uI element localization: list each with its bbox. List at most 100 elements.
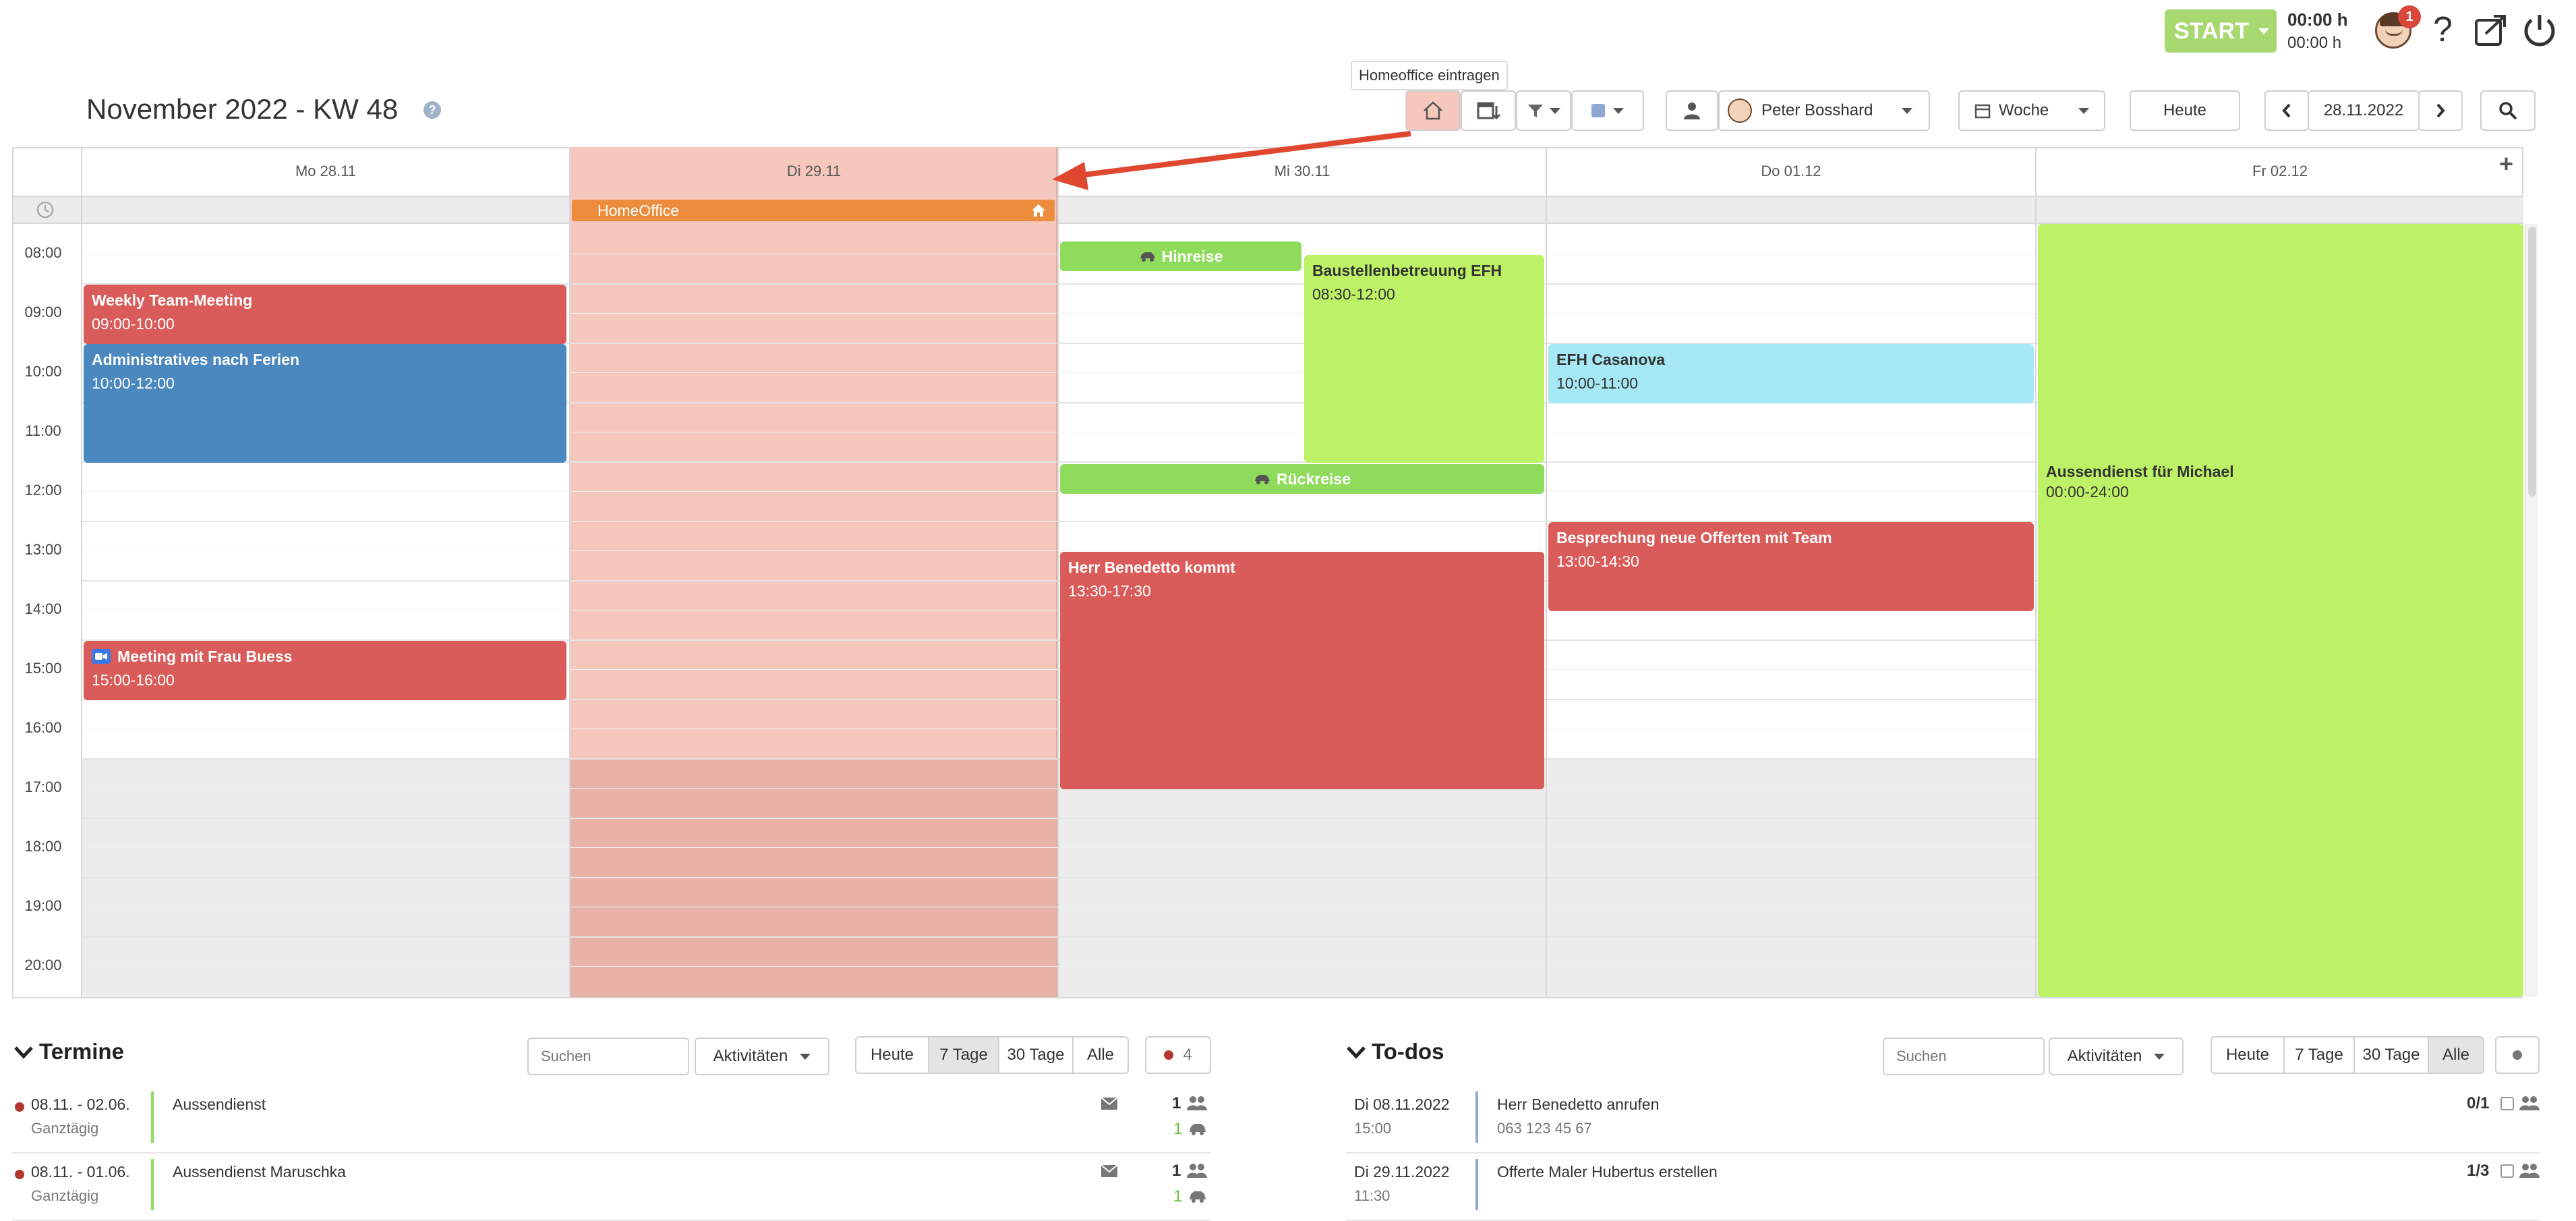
todo-progress: 1/3 (2467, 1162, 2490, 1180)
todo-color-bar (1475, 1159, 1478, 1210)
calendar-import-button[interactable] (1461, 90, 1516, 131)
mail-icon[interactable] (1101, 1097, 1118, 1110)
list-item[interactable]: Di 29.11.2022 11:30 Offerte Maler Hubert… (1346, 1154, 2540, 1221)
list-item[interactable]: Di 08.11.2022 15:00 Herr Benedetto anruf… (1346, 1086, 2540, 1154)
termine-filter-30-tage[interactable]: 30 Tage (998, 1036, 1074, 1074)
termine-filter-alle[interactable]: Alle (1072, 1036, 1129, 1074)
user-select[interactable]: Peter Bosshard (1718, 90, 1930, 131)
homeoffice-label: HomeOffice (597, 201, 680, 219)
event-efh-casanova[interactable]: EFH Casanova 10:00-11:00 (1548, 344, 2034, 403)
homeoffice-button[interactable] (1405, 90, 1461, 131)
collapse-todos-icon[interactable] (1346, 1044, 1366, 1060)
chevron-down-icon (1550, 107, 1560, 114)
event-meeting-frau-buess[interactable]: Meeting mit Frau Buess 15:00-16:00 (84, 641, 566, 700)
day-header[interactable]: Do 01.12 (1547, 147, 2035, 196)
filter-icon (1528, 105, 1543, 117)
homeoffice-icon (1424, 101, 1442, 120)
search-button[interactable] (2480, 90, 2536, 131)
todo-checkbox[interactable] (2500, 1164, 2514, 1178)
user-icon (1684, 103, 1700, 119)
day-header[interactable]: Di 29.11 (570, 147, 1057, 196)
user-avatar (1728, 98, 1752, 123)
car-icon (1255, 475, 1270, 484)
termine-filter-7-tage[interactable]: 7 Tage (928, 1036, 999, 1074)
event-weekly-team-meeting[interactable]: Weekly Team-Meeting 09:00-10:00 (84, 285, 566, 344)
termin-vehicles: 1 (1173, 1187, 1183, 1205)
todos-status-button[interactable] (2495, 1036, 2540, 1074)
color-square-icon (1591, 104, 1605, 117)
event-rueckreise[interactable]: Rückreise (1060, 464, 1544, 494)
share-icon[interactable] (2473, 12, 2510, 49)
event-herr-benedetto[interactable]: Herr Benedetto kommt 13:30-17:30 (1060, 552, 1544, 789)
add-day-icon[interactable]: + (2499, 150, 2513, 178)
todo-name: Herr Benedetto anrufen (1497, 1096, 1660, 1113)
list-item[interactable]: 08.11. - 01.06. Ganztägig Aussendienst M… (12, 1154, 1211, 1221)
info-icon[interactable]: ? (423, 101, 441, 119)
power-icon[interactable] (2521, 11, 2558, 49)
status-dot-icon (2513, 1050, 2522, 1060)
help-icon[interactable]: ? (2433, 9, 2453, 50)
date-input[interactable]: 28.11.2022 (2308, 90, 2420, 131)
homeoffice-allday-event[interactable]: HomeOffice (572, 200, 1055, 221)
time-label: 11:00 (25, 422, 61, 439)
todo-checkbox[interactable] (2500, 1097, 2514, 1110)
event-title: Administratives nach Ferien (92, 351, 300, 368)
mail-icon[interactable] (1101, 1164, 1118, 1178)
todo-color-bar (1475, 1091, 1478, 1143)
user-name: Peter Bosshard (1761, 101, 1873, 119)
day-header[interactable]: Mo 28.11 (82, 147, 569, 196)
time-label: 17:00 (24, 778, 62, 795)
todo-progress: 0/1 (2467, 1094, 2490, 1112)
event-title: Herr Benedetto kommt (1068, 559, 1235, 576)
todos-search-input[interactable] (1883, 1038, 2045, 1075)
todos-filter-7-tage[interactable]: 7 Tage (2283, 1036, 2355, 1074)
group-icon (2519, 1164, 2540, 1178)
termin-sub: Ganztägig (31, 1187, 99, 1204)
todos-filter-30-tage[interactable]: 30 Tage (2353, 1036, 2429, 1074)
event-baustellenbetreuung[interactable]: Baustellenbetreuung EFH 08:30-12:00 (1304, 255, 1544, 463)
group-icon (1187, 1096, 1207, 1110)
clock-icon (36, 201, 54, 219)
start-label: START (2174, 18, 2249, 44)
search-icon (2499, 102, 2517, 120)
termine-count-button[interactable]: 4 (1145, 1036, 1211, 1074)
event-time: 13:30-17:30 (1068, 582, 1151, 600)
todos-filter-alle[interactable]: Alle (2428, 1036, 2484, 1074)
time-label: 08:00 (24, 244, 62, 261)
color-dropdown[interactable] (1571, 90, 1644, 131)
time-label: 19:00 (24, 897, 62, 914)
calendar-download-icon (1477, 102, 1500, 120)
event-title: Meeting mit Frau Buess (92, 646, 558, 666)
scrollbar-thumb[interactable] (2528, 227, 2536, 496)
view-select[interactable]: Woche (1958, 90, 2105, 131)
day-header[interactable]: Fr 02.12 (2037, 147, 2523, 196)
event-hinreise[interactable]: Hinreise (1060, 242, 1301, 271)
event-besprechung-offerten[interactable]: Besprechung neue Offerten mit Team 13:00… (1548, 522, 2034, 611)
todos-filter-heute[interactable]: Heute (2211, 1036, 2285, 1074)
termine-search-input[interactable] (527, 1038, 689, 1075)
day-column-mon: Mo 28.11 (81, 147, 569, 997)
event-administratives[interactable]: Administratives nach Ferien 10:00-12:00 (84, 344, 566, 463)
start-button[interactable]: START (2165, 9, 2277, 53)
today-button[interactable]: Heute (2130, 90, 2240, 131)
termine-filter-heute[interactable]: Heute (855, 1036, 929, 1074)
collapse-termine-icon[interactable] (13, 1044, 34, 1060)
user-icon-button[interactable] (1666, 90, 1718, 131)
filter-dropdown[interactable] (1516, 90, 1571, 131)
todos-activities-select[interactable]: Aktivitäten (2049, 1038, 2184, 1075)
todos-title: To-dos (1372, 1039, 1444, 1064)
event-time: 10:00-12:00 (92, 374, 175, 392)
time-label: 13:00 (24, 541, 62, 558)
event-title: EFH Casanova (1556, 351, 1666, 368)
chevron-down-icon (2258, 28, 2269, 34)
prev-button[interactable] (2264, 90, 2309, 131)
list-item[interactable]: 08.11. - 02.06. Ganztägig Aussendienst 1… (12, 1086, 1211, 1154)
event-aussendienst-michael[interactable]: Aussendienst für Michael 00:00-24:00 (2038, 224, 2523, 997)
termine-activities-select[interactable]: Aktivitäten (695, 1038, 829, 1075)
next-button[interactable] (2418, 90, 2463, 131)
activities-label: Aktivitäten (713, 1047, 788, 1065)
calendar-scrollbar[interactable] (2525, 224, 2538, 997)
event-title: Rückreise (1277, 470, 1351, 488)
status-dot-icon (15, 1170, 24, 1179)
event-time: 09:00-10:00 (92, 315, 175, 333)
